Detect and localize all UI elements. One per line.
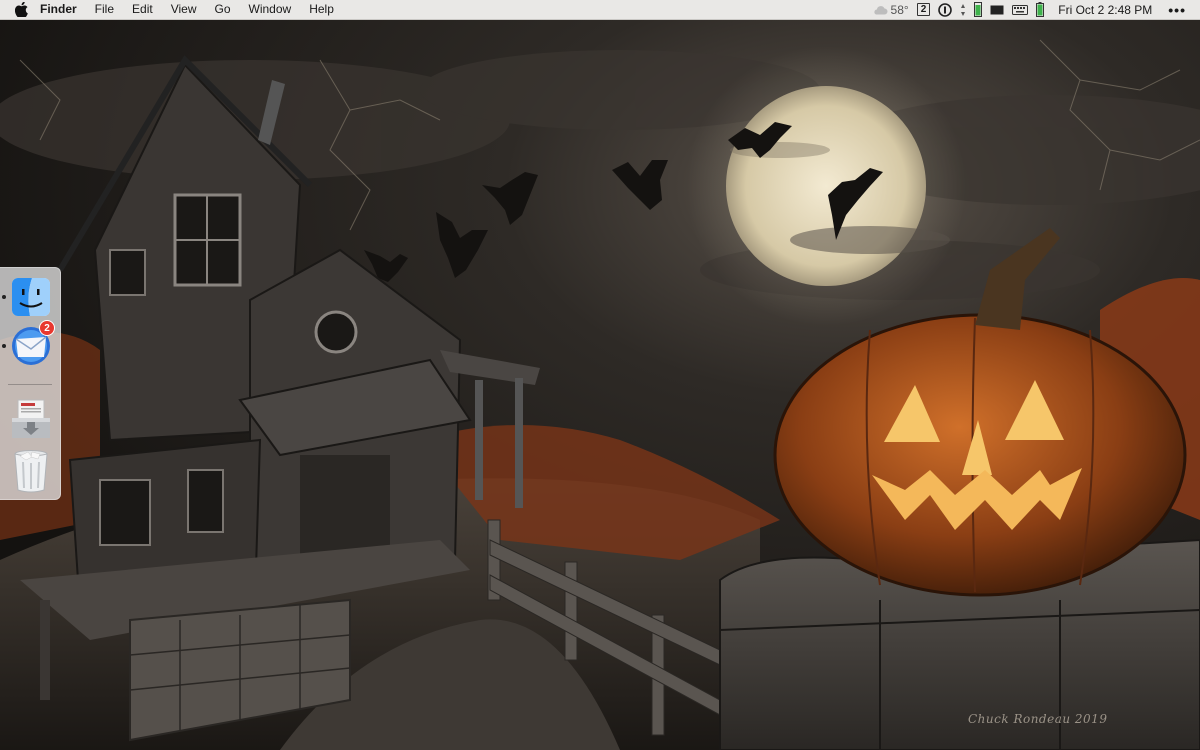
keyboard-icon[interactable] <box>1012 0 1029 19</box>
dock-item-finder[interactable] <box>10 276 52 318</box>
weather-status[interactable]: 58° <box>872 0 909 19</box>
menu-go[interactable]: Go <box>206 0 240 19</box>
menu-file[interactable]: File <box>86 0 123 19</box>
menu-bar: Finder File Edit View Go Window Help 58°… <box>0 0 1200 20</box>
dock-separator <box>8 384 52 385</box>
dock-item-downloads[interactable] <box>10 398 52 440</box>
weather-temperature: 58° <box>890 2 909 17</box>
battery-meter-icon[interactable] <box>974 0 983 19</box>
downloads-stack-icon <box>12 399 50 438</box>
trash-icon <box>14 450 48 493</box>
menu-clock[interactable]: Fri Oct 2 2:48 PM <box>1058 3 1152 17</box>
menu-view[interactable]: View <box>162 0 206 19</box>
more-icon[interactable]: ••• <box>1168 2 1186 18</box>
battery-icon[interactable] <box>1036 0 1045 19</box>
desktop-number: 2 <box>916 3 931 16</box>
menu-help[interactable]: Help <box>300 0 343 19</box>
menu-app-name[interactable]: Finder <box>36 0 86 19</box>
mail-running-indicator <box>2 344 6 348</box>
apple-menu-icon[interactable] <box>6 0 36 19</box>
desktop-switcher[interactable]: 2 <box>916 0 931 19</box>
finder-icon <box>12 278 50 316</box>
menu-window[interactable]: Window <box>240 0 301 19</box>
cloud-icon <box>873 5 888 14</box>
desktop-wallpaper <box>0 0 1200 750</box>
display-icon[interactable] <box>990 0 1004 19</box>
mail-badge: 2 <box>39 320 55 336</box>
network-activity-icon[interactable] <box>960 0 966 19</box>
dock-item-trash[interactable] <box>10 448 52 493</box>
password-manager-icon[interactable] <box>938 0 953 19</box>
finder-running-indicator <box>2 295 6 299</box>
dock-item-mail[interactable]: 2 <box>10 320 55 367</box>
menu-edit[interactable]: Edit <box>123 0 162 19</box>
dock: 2 <box>0 267 61 500</box>
moon <box>726 86 926 286</box>
artist-signature: Chuck Rondeau 2019 <box>968 712 1108 726</box>
